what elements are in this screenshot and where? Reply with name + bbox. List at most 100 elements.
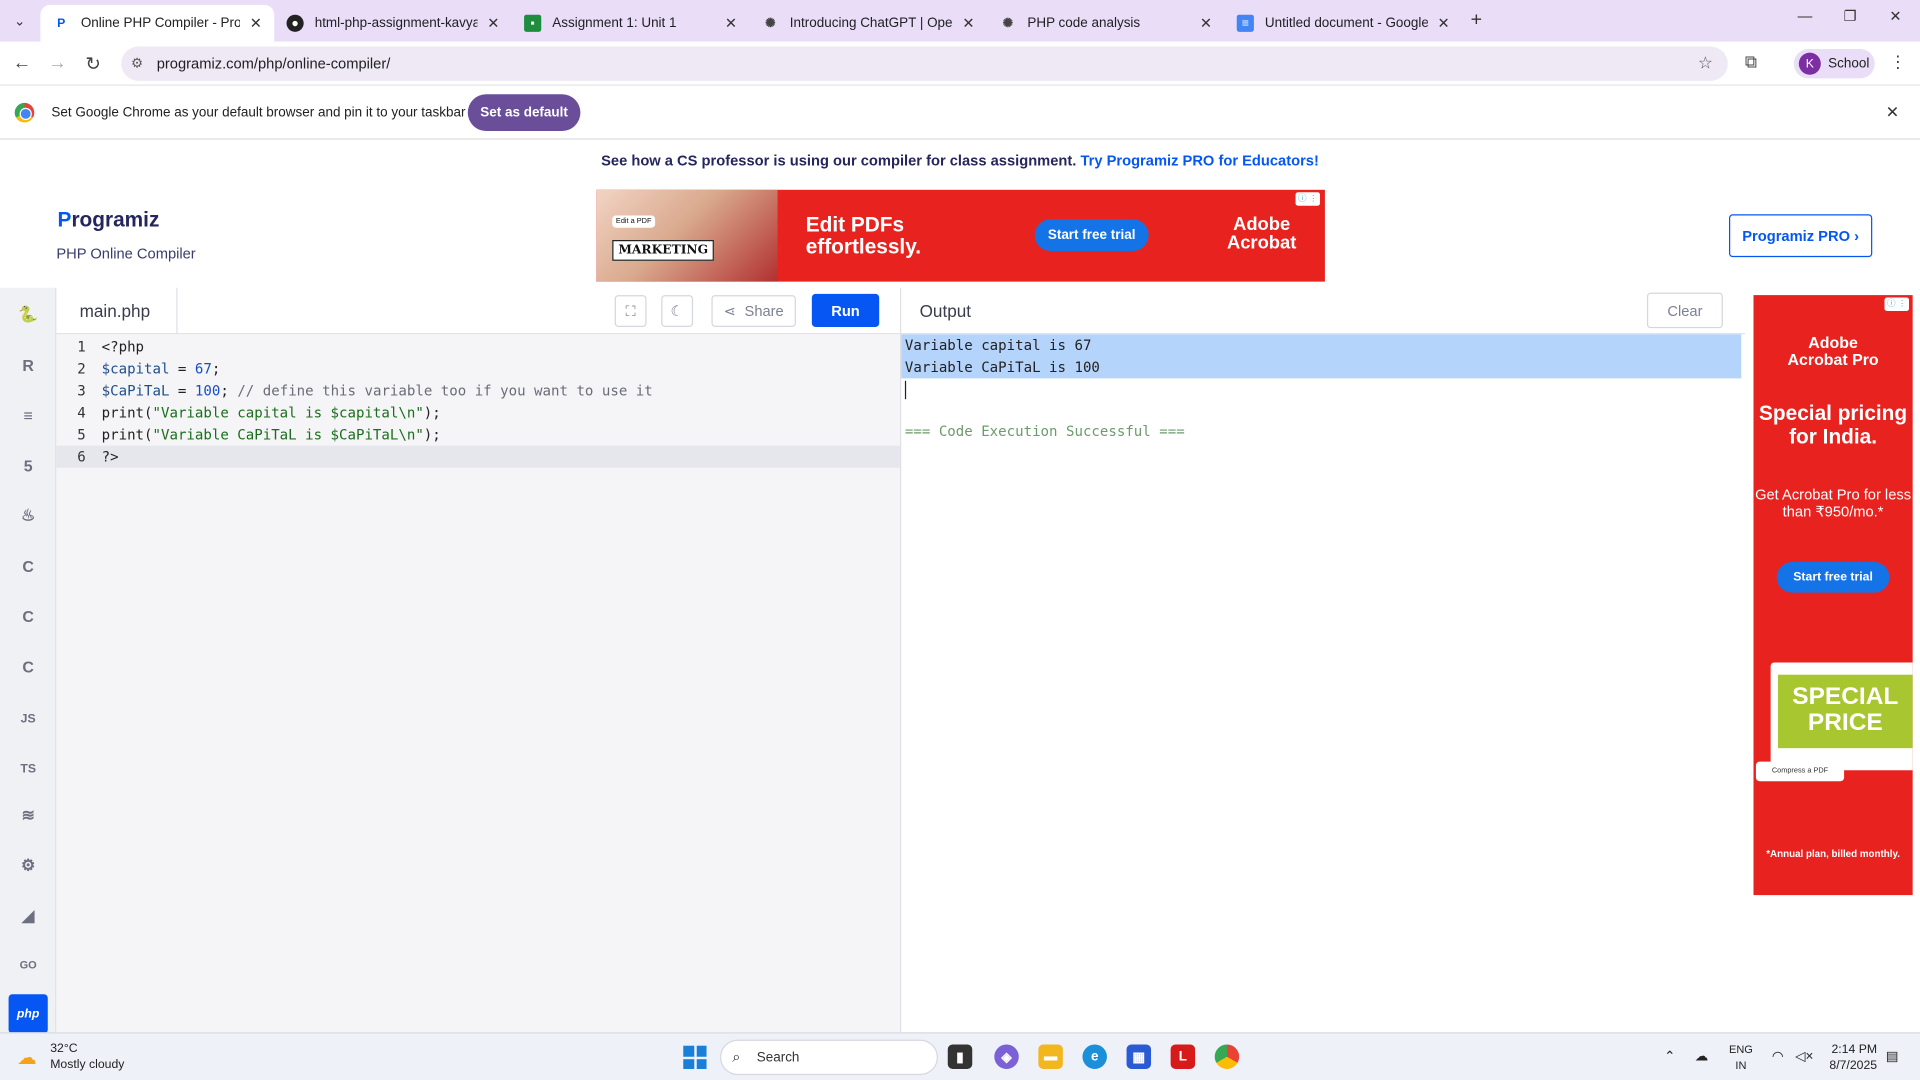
lang-typescript-icon[interactable]: TS	[9, 749, 48, 788]
back-icon[interactable]: ←	[11, 53, 33, 74]
site-info-icon[interactable]: ⚙	[131, 55, 143, 71]
lang-region: IN	[1735, 1059, 1747, 1072]
input-language[interactable]: ENG IN	[1729, 1042, 1753, 1074]
browser-tab[interactable]: ≡ Untitled document - Google Do ✕	[1225, 5, 1463, 42]
clear-button[interactable]: Clear	[1646, 292, 1723, 329]
code-text[interactable]: $capital = 67;	[102, 358, 221, 380]
adchoices-icon[interactable]: ⓘ ⋮	[1295, 192, 1321, 206]
code-line[interactable]: 3 $CaPiTaL = 100; // define this variable…	[56, 380, 900, 402]
lang-javascript-icon[interactable]: JS	[9, 699, 48, 738]
browser-tab[interactable]: ✺ PHP code analysis ✕	[987, 5, 1225, 42]
lang-java-icon[interactable]: ♨	[9, 496, 48, 535]
edge-icon[interactable]: e	[1082, 1044, 1107, 1069]
lang-php-icon[interactable]: php	[8, 994, 48, 1034]
browser-tab[interactable]: ▪ Assignment 1: Unit 1 ✕	[512, 5, 750, 42]
code-text[interactable]: print("Variable capital is $capital\n");	[102, 402, 441, 424]
programiz-logo[interactable]: Programiz	[58, 208, 160, 232]
line-number: 5	[77, 426, 86, 444]
code-text[interactable]: ?>	[102, 446, 119, 468]
code-line[interactable]: 2 $capital = 67;	[56, 358, 900, 380]
code-editor[interactable]: 1 <?php 2 $capital = 67; 3 $CaPiTaL = 100; //…	[56, 334, 901, 1033]
system-clock[interactable]: 2:14 PM 8/7/2025	[1829, 1042, 1877, 1074]
url-text[interactable]: programiz.com/php/online-compiler/	[157, 55, 391, 72]
set-default-button[interactable]: Set as default	[467, 94, 581, 132]
lang-sql-icon[interactable]: ≡	[9, 396, 48, 435]
lang-r-icon[interactable]: R	[9, 345, 48, 384]
close-icon[interactable]: ✕	[725, 15, 737, 32]
lang-go-icon[interactable]: GO	[9, 945, 48, 984]
code-text[interactable]: print("Variable CaPiTaL is $CaPiTaL\n");	[102, 424, 441, 446]
chrome-logo-icon	[14, 102, 35, 123]
run-button[interactable]: Run	[811, 293, 880, 327]
bookmark-star-icon[interactable]: ☆	[1698, 53, 1713, 74]
code-text[interactable]: $CaPiTaL = 100; // define this variable …	[102, 380, 653, 402]
close-icon[interactable]: ✕	[1200, 15, 1212, 32]
extensions-icon[interactable]: ⧉	[1745, 51, 1757, 72]
windows-start-icon[interactable]	[683, 1045, 707, 1069]
lang-c-icon[interactable]: C	[9, 546, 48, 585]
new-tab-icon[interactable]: +	[1471, 10, 1482, 32]
browser-tab[interactable]: P Online PHP Compiler - Programiz ✕	[40, 4, 275, 42]
line-number: 6	[77, 448, 86, 466]
ad-trial-button[interactable]: Start free trial	[1776, 562, 1890, 593]
tray-chevron-icon[interactable]: ⌃	[1664, 1048, 1675, 1064]
lang-html-icon[interactable]: 5	[9, 446, 48, 485]
lang-cpp-icon[interactable]: C	[9, 596, 48, 635]
volume-muted-icon[interactable]: ◁×	[1795, 1048, 1813, 1064]
lang-kotlin-icon[interactable]: ◢	[9, 896, 48, 935]
code-token: ;	[220, 382, 238, 400]
browser-menu-icon[interactable]: ⋮	[1889, 51, 1906, 72]
lang-python-icon[interactable]: 🐍	[9, 295, 48, 334]
programiz-pro-button[interactable]: Programiz PRO ›	[1728, 214, 1873, 258]
close-icon[interactable]: ✕	[1886, 103, 1899, 123]
output-console[interactable]: Variable capital is 67 Variable CaPiTaL …	[900, 334, 1745, 1033]
task-view-icon[interactable]: ▮	[947, 1044, 973, 1069]
weather-desc[interactable]: Mostly cloudy	[50, 1058, 124, 1071]
code-line[interactable]: 6 ?>	[56, 445, 901, 468]
weather-temp[interactable]: 32°C	[50, 1042, 77, 1055]
onedrive-icon[interactable]: ☁	[1695, 1048, 1708, 1064]
close-icon[interactable]: ✕	[1437, 15, 1449, 32]
store-icon[interactable]: ▦	[1126, 1044, 1152, 1069]
adchoices-icon[interactable]: ⓘ ⋮	[1884, 297, 1909, 312]
code-token: );	[423, 404, 441, 422]
address-bar[interactable]: ⚙ programiz.com/php/online-compiler/ ☆	[121, 46, 1728, 81]
tab-search-chevron-icon[interactable]: ⌄	[7, 9, 31, 33]
window-close-icon[interactable]: ✕	[1877, 7, 1914, 24]
chrome-icon[interactable]	[1214, 1044, 1240, 1069]
reload-icon[interactable]: ↻	[82, 53, 104, 75]
file-explorer-icon[interactable]: ▬	[1038, 1044, 1063, 1069]
lang-csharp-icon[interactable]: C	[9, 647, 48, 686]
close-icon[interactable]: ✕	[250, 15, 262, 32]
taskbar-search[interactable]: ⌕ Search	[720, 1039, 938, 1076]
lang-rust-icon[interactable]: ⚙	[9, 846, 48, 885]
fullscreen-icon[interactable]: ⛶	[614, 295, 647, 327]
close-icon[interactable]: ✕	[487, 15, 499, 32]
code-line[interactable]: 5 print("Variable CaPiTaL is $CaPiTaL\n")…	[56, 424, 900, 446]
lenovo-app-icon[interactable]: L	[1170, 1044, 1196, 1069]
close-icon[interactable]: ✕	[962, 15, 974, 32]
copilot-icon[interactable]: ◈	[994, 1044, 1019, 1069]
browser-tab[interactable]: ✺ Introducing ChatGPT | OpenAI ✕	[749, 5, 987, 42]
wifi-icon[interactable]: ◠	[1772, 1048, 1784, 1064]
code-line[interactable]: 4 print("Variable capital is $capital\n")…	[56, 402, 900, 424]
profile-chip[interactable]: K School	[1793, 48, 1875, 79]
weather-cloudy-icon[interactable]: ☁	[17, 1046, 37, 1070]
file-tab-main-php[interactable]: main.php	[56, 287, 178, 335]
lang-swift-icon[interactable]: ≋	[9, 796, 48, 835]
notifications-icon[interactable]: ▤	[1886, 1048, 1899, 1064]
dark-mode-icon[interactable]: ☾	[661, 295, 694, 327]
ad-trial-button[interactable]: Start free trial	[1034, 219, 1149, 252]
code-text[interactable]: <?php	[102, 336, 144, 358]
promo-link[interactable]: Try Programiz PRO for Educators!	[1080, 152, 1318, 169]
share-button[interactable]: ⋖ Share	[711, 295, 796, 327]
code-line[interactable]: 1 <?php	[56, 336, 900, 358]
ad-banner-right[interactable]: ⓘ ⋮ Adobe Acrobat Pro Special pricing fo…	[1753, 295, 1913, 896]
browser-tab[interactable]: ● html-php-assignment-kavyaP/P ✕	[274, 5, 512, 42]
minimize-icon[interactable]: —	[1787, 7, 1824, 24]
forward-icon[interactable]: →	[47, 53, 69, 74]
ad-banner-top[interactable]: Edit a PDF MARKETING Edit PDFs effortles…	[596, 189, 1325, 282]
ad-special-price-card: SPECIAL PRICE	[1770, 662, 1913, 771]
line-number: 2	[77, 360, 86, 378]
restore-icon[interactable]: ❐	[1832, 7, 1869, 24]
